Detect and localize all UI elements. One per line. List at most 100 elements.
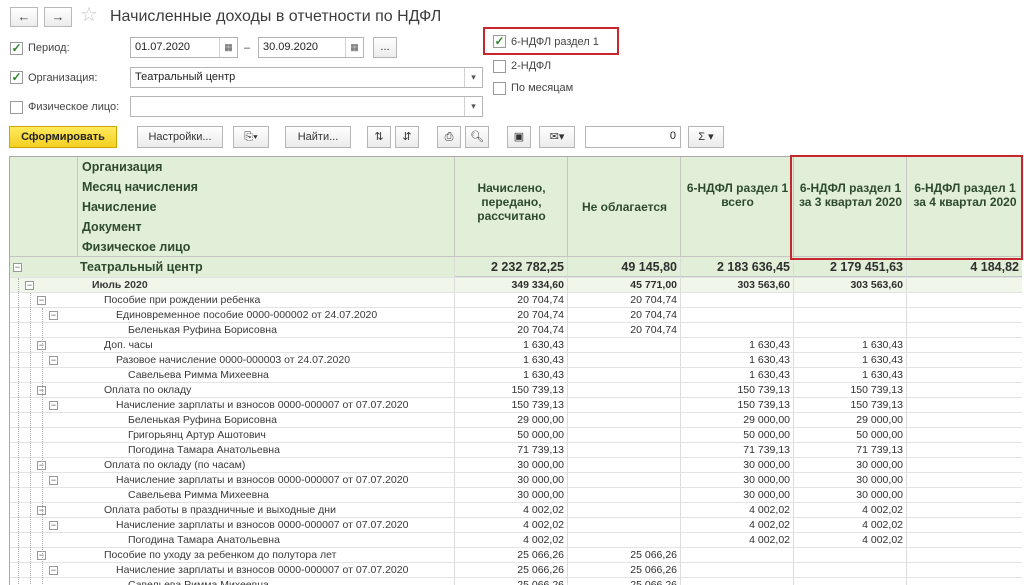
table-row[interactable]: − Начисление зарплаты и взносов 0000-0000… bbox=[10, 518, 1022, 533]
preview-button[interactable]: 🔍︎ bbox=[465, 126, 489, 148]
cell-c2: 25 066,26 bbox=[568, 548, 681, 562]
table-row[interactable]: − Начисление зарплаты и взносов 0000-0000… bbox=[10, 563, 1022, 578]
table-row[interactable]: Беленькая Руфина Борисовна 29 000,00 29 00… bbox=[10, 413, 1022, 428]
cell-c2 bbox=[568, 473, 681, 487]
grouping-header: Организация Месяц начисления Начисление … bbox=[78, 157, 455, 257]
collapse-toggle-icon[interactable]: − bbox=[13, 263, 22, 272]
table-row[interactable]: − Июль 2020 349 334,60 45 771,00 303 563,60 3… bbox=[10, 278, 1022, 293]
row-separator bbox=[454, 443, 455, 457]
cell-c1: 4 002,02 bbox=[455, 518, 568, 532]
cell-c1: 150 739,13 bbox=[455, 383, 568, 397]
sort-asc-button[interactable]: ⇅ bbox=[367, 126, 391, 148]
forward-button[interactable]: → bbox=[44, 7, 72, 27]
cell-c5 bbox=[907, 458, 1022, 472]
dropdown-icon[interactable]: ▾ bbox=[464, 68, 482, 87]
option-months-checkbox[interactable] bbox=[493, 82, 506, 95]
collapse-toggle-icon[interactable]: − bbox=[49, 356, 58, 365]
sort-asc-icon: ⇅ bbox=[374, 131, 384, 143]
table-row[interactable]: − Оплата по окладу 150 739,13 150 739,13 150… bbox=[10, 383, 1022, 398]
cell-c1: 71 739,13 bbox=[455, 443, 568, 457]
table-row[interactable]: − Пособие при рождении ребенка 20 704,74 20… bbox=[10, 293, 1022, 308]
table-row[interactable]: − Оплата работы в праздничные и выходные … bbox=[10, 503, 1022, 518]
sum-button[interactable]: Σ ▾ bbox=[688, 126, 724, 148]
calendar-icon[interactable]: ▦ bbox=[345, 38, 363, 57]
person-checkbox[interactable] bbox=[10, 101, 23, 114]
period-to-field[interactable]: 30.09.2020 ▦ bbox=[258, 37, 364, 58]
row-separator bbox=[454, 257, 455, 277]
table-row[interactable]: − Доп. часы 1 630,43 1 630,43 1 630,43 bbox=[10, 338, 1022, 353]
table-row[interactable]: Григорьянц Артур Ашотович 50 000,00 50 000… bbox=[10, 428, 1022, 443]
find-button[interactable]: Найти... bbox=[285, 126, 351, 148]
dropdown-icon[interactable]: ▾ bbox=[464, 97, 482, 116]
person-label: Физическое лицо: bbox=[28, 101, 120, 113]
row-separator bbox=[454, 518, 455, 532]
organization-value: Театральный центр bbox=[135, 71, 236, 83]
favorite-star-icon[interactable]: ☆ bbox=[80, 4, 98, 26]
table-row[interactable]: Савельева Римма Михеевна 30 000,00 30 000,… bbox=[10, 488, 1022, 503]
cell-c3: 30 000,00 bbox=[681, 488, 794, 502]
table-row[interactable]: − Пособие по уходу за ребенком до полутор… bbox=[10, 548, 1022, 563]
person-field[interactable]: ▾ bbox=[130, 96, 483, 117]
print-button[interactable]: ⎙ bbox=[437, 126, 461, 148]
row-name: Погодина Тамара Анатольевна bbox=[128, 534, 280, 546]
collapse-toggle-icon[interactable]: − bbox=[49, 566, 58, 575]
table-row[interactable]: − Разовое начисление 0000-000003 от 24.07… bbox=[10, 353, 1022, 368]
period-checkbox[interactable]: ✓ bbox=[10, 42, 23, 55]
row-name: Начисление зарплаты и взносов 0000-00000… bbox=[116, 564, 409, 576]
settings-button[interactable]: Настройки... bbox=[137, 126, 223, 148]
email-button[interactable]: ✉▾ bbox=[539, 126, 575, 148]
cell-c5 bbox=[907, 413, 1022, 427]
option-months-label: По месяцам bbox=[511, 82, 574, 94]
organization-checkbox[interactable]: ✓ bbox=[10, 71, 23, 84]
variants-button[interactable]: ⎘▾ bbox=[233, 126, 269, 148]
row-name: Начисление зарплаты и взносов 0000-00000… bbox=[116, 519, 409, 531]
cell-c2 bbox=[568, 368, 681, 382]
cell-c5 bbox=[907, 338, 1022, 352]
envelope-icon: ✉▾ bbox=[549, 131, 565, 143]
table-row[interactable]: − Театральный центр 2 232 782,25 49 145,80 2… bbox=[10, 257, 1022, 278]
collapse-toggle-icon[interactable]: − bbox=[25, 281, 34, 290]
option-6ndfl-checkbox[interactable]: ✓ bbox=[493, 35, 506, 48]
period-select-button[interactable]: ... bbox=[373, 37, 397, 58]
table-row[interactable]: Савельева Римма Михеевна 1 630,43 1 630,43… bbox=[10, 368, 1022, 383]
cell-c5 bbox=[907, 353, 1022, 367]
sort-desc-button[interactable]: ⇵ bbox=[395, 126, 419, 148]
period-to-value: 30.09.2020 bbox=[263, 41, 319, 53]
collapse-toggle-icon[interactable]: − bbox=[49, 521, 58, 530]
table-row[interactable]: − Начисление зарплаты и взносов 0000-0000… bbox=[10, 473, 1022, 488]
cell-c2: 20 704,74 bbox=[568, 308, 681, 322]
header-corner bbox=[10, 157, 78, 257]
organization-field[interactable]: Театральный центр ▾ bbox=[130, 67, 483, 88]
table-row[interactable]: − Начисление зарплаты и взносов 0000-0000… bbox=[10, 398, 1022, 413]
back-button[interactable]: ← bbox=[10, 7, 38, 27]
sum-field[interactable]: 0 bbox=[585, 126, 681, 148]
table-row[interactable]: − Единовременное пособие 0000-000002 от 2… bbox=[10, 308, 1022, 323]
collapse-toggle-icon[interactable]: − bbox=[49, 401, 58, 410]
cell-c1: 1 630,43 bbox=[455, 353, 568, 367]
cell-c4 bbox=[794, 578, 907, 585]
cell-c2 bbox=[568, 383, 681, 397]
cell-c1: 29 000,00 bbox=[455, 413, 568, 427]
table-row[interactable]: Беленькая Руфина Борисовна 20 704,74 20 70… bbox=[10, 323, 1022, 338]
cell-c1: 1 630,43 bbox=[455, 338, 568, 352]
option-2ndfl-checkbox[interactable] bbox=[493, 60, 506, 73]
row-name: Оплата работы в праздничные и выходные д… bbox=[104, 504, 336, 516]
table-row[interactable]: − Оплата по окладу (по часам) 30 000,00 30 … bbox=[10, 458, 1022, 473]
cell-c4 bbox=[794, 308, 907, 322]
sort-desc-icon: ⇵ bbox=[402, 131, 412, 143]
cell-c5 bbox=[907, 368, 1022, 382]
table-row[interactable]: Погодина Тамара Анатольевна 4 002,02 4 002… bbox=[10, 533, 1022, 548]
collapse-toggle-icon[interactable]: − bbox=[49, 311, 58, 320]
row-separator bbox=[454, 368, 455, 382]
calendar-icon[interactable]: ▦ bbox=[219, 38, 237, 57]
row-separator bbox=[454, 413, 455, 427]
row-name: Доп. часы bbox=[104, 339, 153, 351]
collapse-toggle-icon[interactable]: − bbox=[49, 476, 58, 485]
table-row[interactable]: Погодина Тамара Анатольевна 71 739,13 71 7… bbox=[10, 443, 1022, 458]
collapse-toggle-icon[interactable]: − bbox=[37, 296, 46, 305]
group-header-4: Физическое лицо bbox=[82, 240, 191, 254]
table-row[interactable]: Савельева Римма Михеевна 25 066,26 25 066,… bbox=[10, 578, 1022, 585]
generate-button[interactable]: Сформировать bbox=[9, 126, 117, 148]
period-from-field[interactable]: 01.07.2020 ▦ bbox=[130, 37, 238, 58]
save-button[interactable]: ▣ bbox=[507, 126, 531, 148]
